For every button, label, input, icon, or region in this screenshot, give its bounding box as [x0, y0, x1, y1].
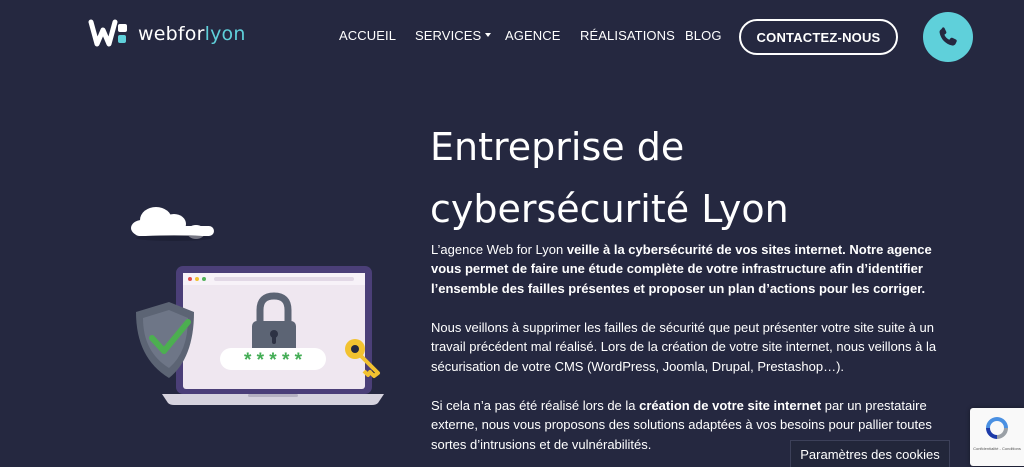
recaptcha-icon [986, 417, 1008, 439]
intro-paragraph: L’agence Web for Lyon veille à la cybers… [431, 240, 951, 298]
phone-button[interactable] [923, 12, 973, 62]
recaptcha-badge[interactable]: Confidentialité - Conditions [970, 408, 1024, 466]
page-title-line-1: Entreprise de [430, 125, 685, 169]
nav-item-services-label: SERVICES [415, 28, 482, 43]
cms-paragraph: Nous veillons à supprimer les failles de… [431, 320, 937, 374]
recaptcha-text: Confidentialité - Conditions [973, 446, 1021, 451]
website-creation-link[interactable]: création de votre site internet [639, 398, 821, 413]
site-header: webforlyon ACCUEIL SERVICES AGENCE RÉALI… [0, 0, 1024, 75]
nav-item-blog[interactable]: BLOG [685, 28, 722, 43]
logo-wordmark: webforlyon [138, 23, 246, 45]
chevron-down-icon [485, 33, 492, 37]
password-field: * * * * * [220, 348, 326, 371]
nav-item-accueil[interactable]: ACCUEIL [339, 28, 396, 43]
password-mask: * * * * * [244, 350, 303, 371]
nav-item-realisations[interactable]: RÉALISATIONS [580, 28, 675, 43]
contact-button[interactable]: CONTACTEZ-NOUS [739, 19, 898, 55]
intro-text-regular: L’agence Web for Lyon [431, 242, 567, 257]
logo-icon [88, 19, 127, 47]
logo-text-accent: lyon [204, 23, 246, 45]
cloud-icon [131, 207, 214, 241]
external-text-1: Si cela n’a pas été réalisé lors de la [431, 398, 640, 413]
page-title-line-2: cybersécurité Lyon [430, 187, 789, 231]
logo-text-main: webfor [138, 23, 205, 45]
logo[interactable]: webforlyon [88, 18, 246, 50]
cookie-settings-button[interactable]: Paramètres des cookies [790, 440, 950, 467]
phone-icon [939, 27, 957, 46]
security-illustration: * * * * * [131, 207, 384, 405]
page-title: Entreprise de cybersécurité Lyon [430, 116, 870, 240]
nav-item-agence[interactable]: AGENCE [505, 28, 561, 43]
nav-item-services[interactable]: SERVICES [415, 28, 492, 43]
